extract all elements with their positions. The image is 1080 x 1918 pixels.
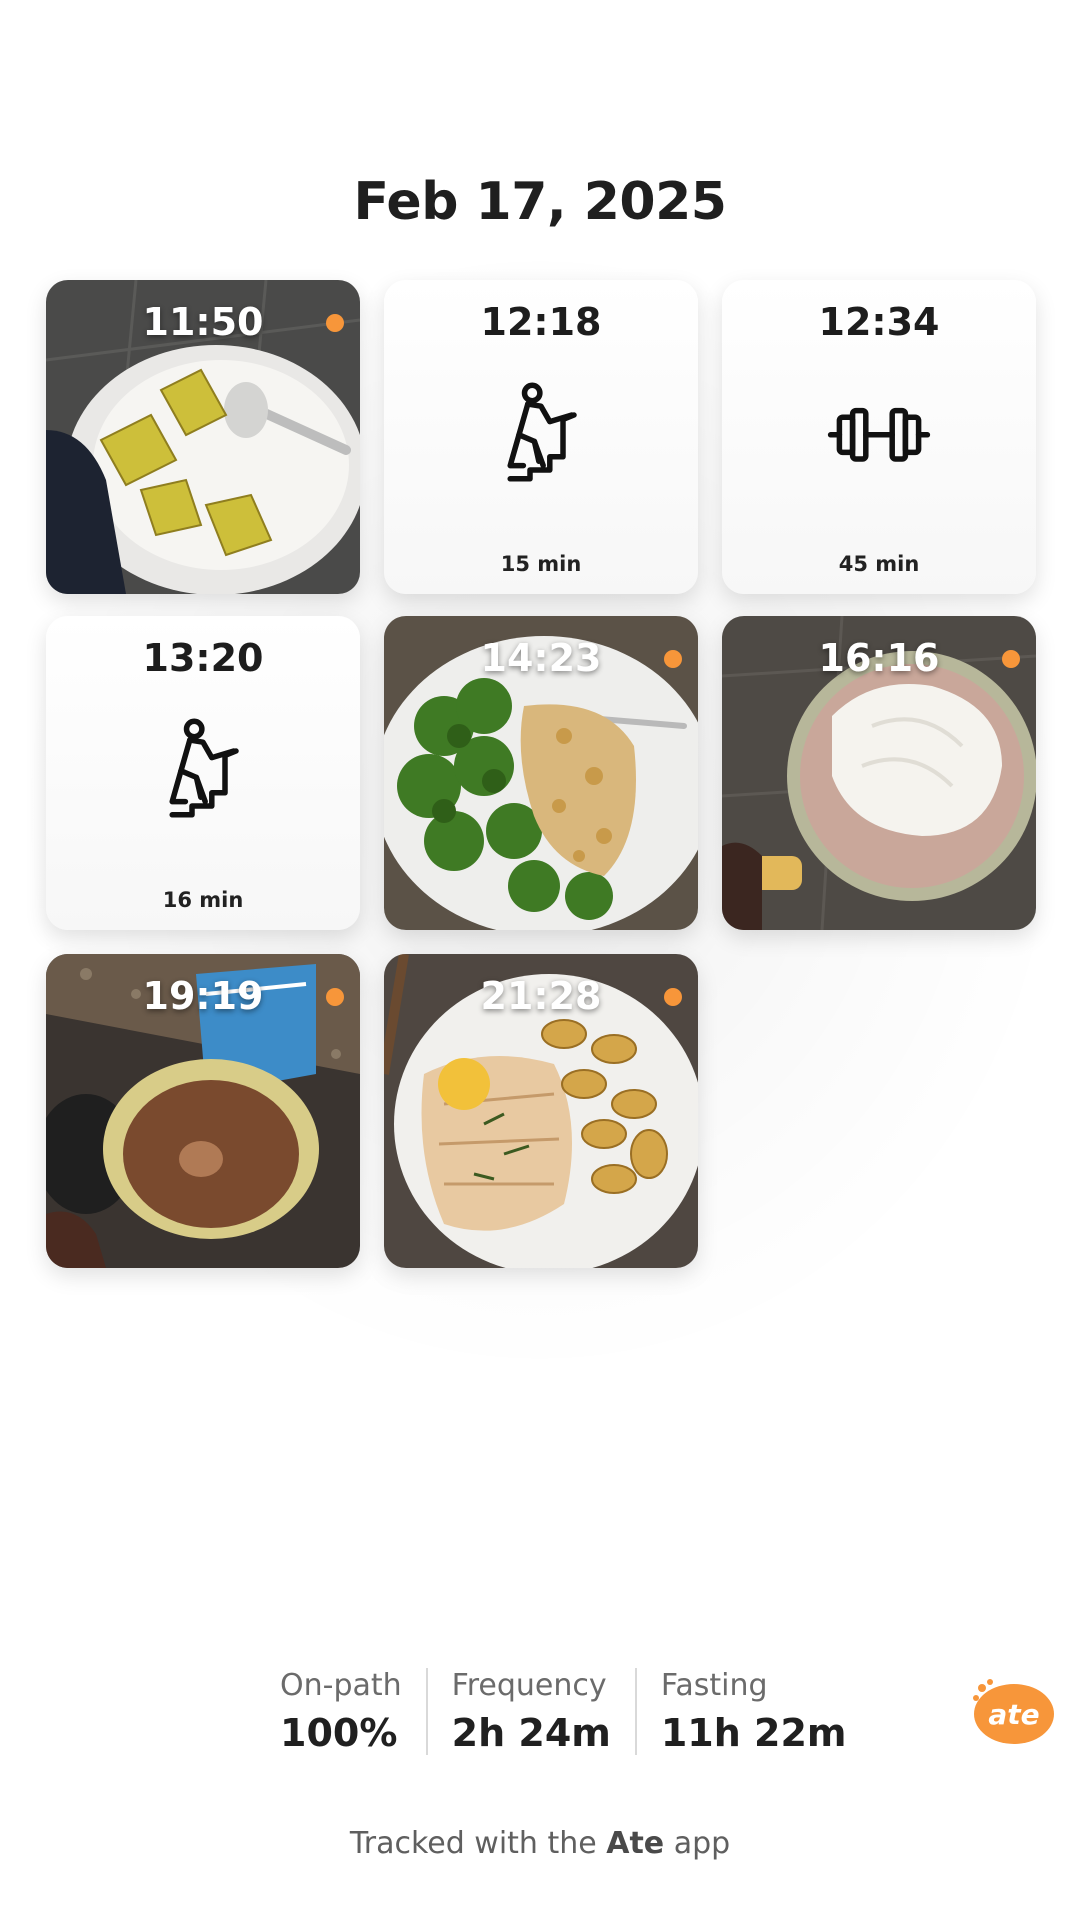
activity-tile[interactable]: 12:34 45 min bbox=[722, 280, 1036, 594]
stat-label: Fasting bbox=[660, 1668, 768, 1703]
stat-label: On-path bbox=[280, 1668, 402, 1703]
stat-on-path: On-path 100% bbox=[280, 1668, 426, 1755]
footer-suffix: app bbox=[673, 1826, 731, 1861]
tile-time: 13:20 bbox=[142, 636, 264, 680]
logged-indicator-dot bbox=[1002, 650, 1020, 668]
tile-time: 16:16 bbox=[818, 636, 940, 680]
dumbbell-icon bbox=[827, 407, 931, 462]
meal-tile[interactable]: 11:50 bbox=[46, 280, 360, 594]
stair-climber-icon bbox=[169, 718, 239, 818]
stat-value: 11h 22m bbox=[660, 1711, 847, 1755]
stat-fasting: Fasting 11h 22m bbox=[634, 1668, 871, 1755]
tile-time: 12:34 bbox=[818, 300, 940, 344]
activity-duration: 16 min bbox=[162, 888, 244, 912]
logged-indicator-dot bbox=[326, 314, 344, 332]
stat-label: Frequency bbox=[451, 1668, 607, 1703]
meal-tile[interactable]: 16:16 bbox=[722, 616, 1036, 930]
stair-climber-icon bbox=[507, 382, 577, 482]
logged-indicator-dot bbox=[326, 988, 344, 1006]
tile-time: 21:28 bbox=[480, 974, 602, 1018]
activity-tile[interactable]: 12:18 15 min bbox=[384, 280, 698, 594]
tile-time: 19:19 bbox=[142, 974, 264, 1018]
stat-value: 100% bbox=[280, 1711, 398, 1755]
ate-logo-icon: ate bbox=[973, 1679, 1054, 1744]
tile-time: 11:50 bbox=[142, 300, 264, 344]
meal-tile[interactable]: 21:28 bbox=[384, 954, 698, 1268]
logo-text: ate bbox=[988, 1698, 1039, 1731]
page-title: Feb 17, 2025 bbox=[353, 172, 727, 232]
daily-stats: On-path 100% Frequency 2h 24m Fasting 11… bbox=[280, 1668, 871, 1755]
activity-duration: 15 min bbox=[500, 552, 582, 576]
activity-tile[interactable]: 13:20 16 min bbox=[46, 616, 360, 930]
meal-tile[interactable]: 14:23 bbox=[384, 616, 698, 930]
activity-duration: 45 min bbox=[838, 552, 920, 576]
logged-indicator-dot bbox=[664, 988, 682, 1006]
stat-value: 2h 24m bbox=[451, 1711, 611, 1755]
logged-indicator-dot bbox=[664, 650, 682, 668]
footer-credit: Tracked with the Ate app bbox=[0, 1826, 1080, 1861]
tile-time: 14:23 bbox=[480, 636, 602, 680]
meal-tile[interactable]: 19:19 bbox=[46, 954, 360, 1268]
tile-time: 12:18 bbox=[480, 300, 602, 344]
footer-app-name[interactable]: Ate bbox=[606, 1826, 664, 1861]
footer-prefix: Tracked with the bbox=[349, 1826, 597, 1861]
stat-frequency: Frequency 2h 24m bbox=[425, 1668, 635, 1755]
